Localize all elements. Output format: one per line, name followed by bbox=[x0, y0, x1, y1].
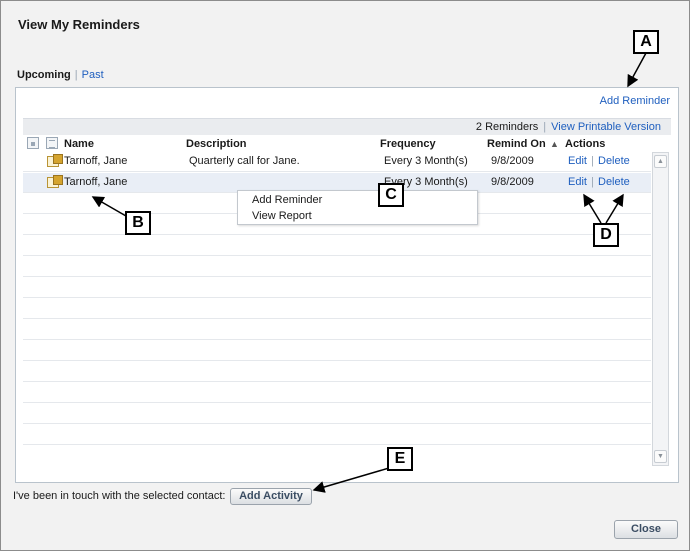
row-name: Tarnoff, Jane bbox=[64, 155, 128, 167]
callout-b: B bbox=[125, 211, 151, 235]
callout-a: A bbox=[633, 30, 659, 54]
menu-item-add-reminder[interactable]: Add Reminder bbox=[252, 194, 322, 206]
reminders-dialog: View My Reminders Upcoming | Past Add Remi… bbox=[0, 0, 690, 551]
column-header-actions: Actions bbox=[565, 138, 606, 150]
empty-row bbox=[23, 404, 651, 424]
empty-row bbox=[23, 257, 651, 277]
info-separator: | bbox=[543, 121, 547, 133]
reminder-count: 2 Reminders bbox=[475, 121, 539, 133]
columns-icon[interactable] bbox=[46, 137, 58, 149]
action-separator: | bbox=[591, 155, 594, 167]
edit-link[interactable]: Edit bbox=[568, 152, 587, 171]
delete-link[interactable]: Delete bbox=[598, 152, 630, 171]
tab-past[interactable]: Past bbox=[82, 69, 104, 81]
scroll-up-icon[interactable]: ▲ bbox=[654, 155, 667, 168]
row-name: Tarnoff, Jane bbox=[64, 176, 128, 188]
add-reminder-link[interactable]: Add Reminder bbox=[600, 95, 670, 107]
add-activity-button[interactable]: Add Activity bbox=[230, 488, 312, 505]
tab-upcoming[interactable]: Upcoming bbox=[17, 69, 71, 81]
empty-row bbox=[23, 341, 651, 361]
menu-item-view-report[interactable]: View Report bbox=[252, 210, 312, 222]
grid-scrollbar[interactable]: ▲ ▼ bbox=[652, 152, 669, 466]
action-separator: | bbox=[591, 176, 594, 188]
callout-e: E bbox=[387, 447, 413, 471]
edit-link[interactable]: Edit bbox=[568, 173, 587, 192]
view-printable-link[interactable]: View Printable Version bbox=[551, 121, 661, 133]
column-header-frequency[interactable]: Frequency bbox=[380, 138, 436, 150]
lock-column-icon[interactable] bbox=[27, 137, 39, 149]
empty-row bbox=[23, 236, 651, 256]
reminders-panel: Add Reminder 2 Reminders | View Printable … bbox=[15, 87, 679, 483]
delete-link[interactable]: Delete bbox=[598, 173, 630, 192]
callout-d: D bbox=[593, 223, 619, 247]
empty-row bbox=[23, 320, 651, 340]
contact-prompt: I've been in touch with the selected con… bbox=[13, 490, 226, 502]
empty-row bbox=[23, 425, 651, 445]
empty-row bbox=[23, 362, 651, 382]
column-header-description[interactable]: Description bbox=[186, 138, 247, 150]
empty-row bbox=[23, 278, 651, 298]
row-description: Quarterly call for Jane. bbox=[189, 155, 300, 167]
grid-header: Name Description Frequency Remind On ▲ A… bbox=[23, 136, 671, 152]
scroll-down-icon[interactable]: ▼ bbox=[654, 450, 667, 463]
row-context-menu: Add Reminder View Report bbox=[237, 190, 478, 225]
tab-separator: | bbox=[74, 69, 78, 81]
table-row[interactable]: Tarnoff, Jane Quarterly call for Jane. E… bbox=[23, 152, 651, 172]
callout-arrow-a bbox=[627, 52, 647, 88]
empty-row bbox=[23, 299, 651, 319]
empty-row bbox=[23, 383, 651, 403]
callout-c: C bbox=[378, 183, 404, 207]
sort-ascending-icon[interactable]: ▲ bbox=[550, 139, 559, 149]
grid-info-bar: 2 Reminders | View Printable Version bbox=[23, 118, 671, 135]
view-tabs: Upcoming | Past bbox=[17, 69, 104, 81]
row-remind-on: 9/8/2009 bbox=[491, 155, 534, 167]
column-header-name[interactable]: Name bbox=[64, 138, 94, 150]
dialog-title: View My Reminders bbox=[18, 17, 140, 32]
contact-icon bbox=[47, 154, 63, 167]
row-frequency: Every 3 Month(s) bbox=[384, 155, 468, 167]
row-remind-on: 9/8/2009 bbox=[491, 176, 534, 188]
contact-icon bbox=[47, 175, 63, 188]
column-header-remind-on[interactable]: Remind On bbox=[487, 138, 546, 150]
close-button[interactable]: Close bbox=[614, 520, 678, 539]
